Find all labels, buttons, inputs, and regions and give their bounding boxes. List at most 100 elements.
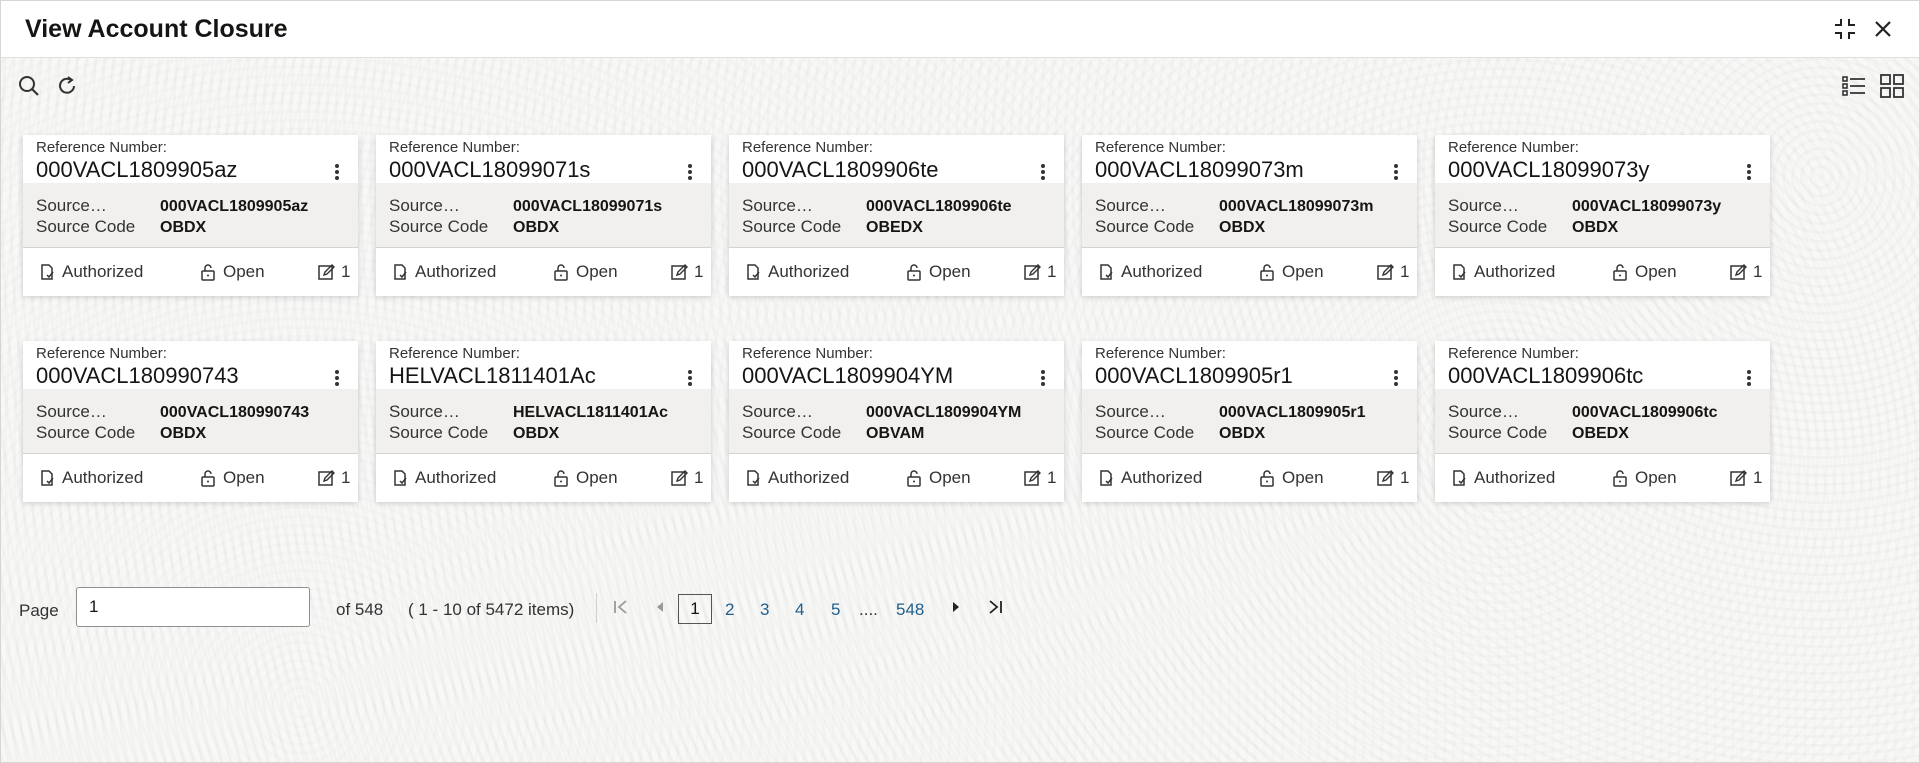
more-options-icon[interactable] — [1040, 369, 1046, 387]
account-card[interactable]: Reference Number: 000VACL1809904YM Source…… — [729, 341, 1064, 502]
more-options-icon[interactable] — [687, 163, 693, 181]
next-page-icon[interactable] — [944, 595, 968, 619]
source-label: Source… — [389, 402, 460, 421]
record-status-text: Open — [576, 262, 618, 281]
card-header: Reference Number: 000VACL1809906tc — [1435, 341, 1770, 389]
more-options-icon[interactable] — [334, 163, 340, 181]
source-code-row: Source Code OBDX — [1095, 423, 1265, 443]
unlock-icon — [201, 264, 215, 281]
source-value: 000VACL180990743 — [160, 404, 310, 421]
modification-count-text: 1 — [1047, 468, 1057, 487]
page-link-3[interactable]: 3 — [760, 600, 769, 620]
source-code-label: Source Code — [389, 423, 489, 442]
reference-number-value: 000VACL18099071s — [389, 157, 591, 182]
record-status-text: Open — [1282, 468, 1324, 487]
more-options-icon[interactable] — [1040, 163, 1046, 181]
authorization-status-text: Authorized — [415, 262, 497, 281]
card-footer: Authorized Open 1 — [729, 247, 1064, 296]
more-options-icon[interactable] — [334, 369, 340, 387]
authorization-status-text: Authorized — [62, 468, 144, 487]
reference-number-value: 000VACL18099073m — [1095, 157, 1304, 182]
source-label: Source… — [1448, 402, 1519, 421]
modification-count-text: 1 — [694, 262, 704, 281]
modification-count: 1 — [670, 262, 703, 282]
card-header: Reference Number: 000VACL18099073m — [1082, 135, 1417, 183]
more-options-icon[interactable] — [1393, 163, 1399, 181]
card-header: Reference Number: 000VACL1809906te — [729, 135, 1064, 183]
record-status: Open — [199, 262, 265, 282]
card-header: Reference Number: 000VACL18099073y — [1435, 135, 1770, 183]
authorization-status-text: Authorized — [768, 468, 850, 487]
first-page-icon[interactable] — [609, 595, 633, 619]
modification-count: 1 — [1729, 262, 1762, 282]
source-label: Source… — [389, 196, 460, 215]
reference-number-value: 000VACL1809905r1 — [1095, 363, 1293, 388]
record-status-text: Open — [929, 262, 971, 281]
grid-view-icon[interactable] — [1879, 73, 1905, 99]
page-current[interactable]: 1 — [678, 594, 712, 624]
reference-number-label: Reference Number: — [1448, 345, 1579, 362]
account-card[interactable]: Reference Number: 000VACL180990743 Source…… — [23, 341, 358, 502]
authorization-status-text: Authorized — [1474, 262, 1556, 281]
modification-count: 1 — [1729, 468, 1762, 488]
source-code-label: Source Code — [1448, 423, 1548, 442]
reference-number-label: Reference Number: — [1448, 139, 1579, 156]
page-link-last[interactable]: 548 — [896, 600, 924, 620]
source-code-label: Source Code — [1095, 423, 1195, 442]
more-options-icon[interactable] — [1746, 163, 1752, 181]
source-code-value: OBDX — [513, 219, 560, 236]
unlock-icon — [554, 264, 568, 281]
authorization-status-text: Authorized — [62, 262, 144, 281]
authorization-status: Authorized — [1097, 468, 1202, 488]
refresh-icon[interactable] — [54, 73, 80, 99]
modification-count-text: 1 — [1047, 262, 1057, 281]
account-card[interactable]: Reference Number: 000VACL18099071s Source…… — [376, 135, 711, 296]
account-card[interactable]: Reference Number: 000VACL1809906tc Source…… — [1435, 341, 1770, 502]
edit-icon — [1024, 470, 1041, 486]
account-card[interactable]: Reference Number: 000VACL1809906te Source…… — [729, 135, 1064, 296]
more-options-icon[interactable] — [687, 369, 693, 387]
close-icon[interactable] — [1869, 15, 1897, 43]
source-row: Source… 000VACL1809905az — [36, 196, 308, 216]
collapse-icon[interactable] — [1831, 15, 1859, 43]
account-card[interactable]: Reference Number: 000VACL18099073m Source…… — [1082, 135, 1417, 296]
reference-number-value: 000VACL1809904YM — [742, 363, 954, 388]
search-icon[interactable] — [16, 73, 42, 99]
source-code-label: Source Code — [1095, 217, 1195, 236]
page-label: Page — [19, 601, 59, 620]
source-row: Source… 000VACL1809906te — [742, 196, 1012, 216]
last-page-icon[interactable] — [983, 595, 1007, 619]
account-card[interactable]: Reference Number: 000VACL18099073y Source…… — [1435, 135, 1770, 296]
source-label: Source… — [742, 196, 813, 215]
previous-page-icon[interactable] — [648, 595, 672, 619]
record-status-text: Open — [1635, 262, 1677, 281]
authorization-status-text: Authorized — [1121, 468, 1203, 487]
source-code-value: OBEDX — [1572, 425, 1629, 442]
document-check-icon — [1453, 264, 1466, 280]
page-link-2[interactable]: 2 — [725, 600, 734, 620]
source-code-row: Source Code OBEDX — [1448, 423, 1629, 443]
authorization-status-text: Authorized — [768, 262, 850, 281]
card-details: Source… 000VACL18099071s Source Code OBDX — [376, 183, 711, 247]
edit-icon — [1730, 470, 1747, 486]
card-details: Source… 000VACL1809905r1 Source Code OBDX — [1082, 389, 1417, 453]
modification-count-text: 1 — [1753, 468, 1763, 487]
reference-number-label: Reference Number: — [389, 345, 520, 362]
account-card[interactable]: Reference Number: HELVACL1811401Ac Source…… — [376, 341, 711, 502]
card-footer: Authorized Open 1 — [376, 453, 711, 502]
unlock-icon — [1260, 470, 1274, 487]
page-link-4[interactable]: 4 — [795, 600, 804, 620]
source-value: 000VACL1809905r1 — [1219, 404, 1366, 421]
card-details: Source… 000VACL1809906te Source Code OBEDX — [729, 183, 1064, 247]
page-number-input[interactable] — [76, 587, 310, 627]
record-status: Open — [1611, 468, 1677, 488]
divider — [596, 593, 597, 623]
account-card[interactable]: Reference Number: 000VACL1809905r1 Source…… — [1082, 341, 1417, 502]
more-options-icon[interactable] — [1746, 369, 1752, 387]
card-details: Source… 000VACL18099073y Source Code OBDX — [1435, 183, 1770, 247]
list-view-icon[interactable] — [1841, 73, 1867, 99]
source-code-label: Source Code — [36, 217, 136, 236]
more-options-icon[interactable] — [1393, 369, 1399, 387]
account-card[interactable]: Reference Number: 000VACL1809905az Source…… — [23, 135, 358, 296]
source-code-row: Source Code OBDX — [1095, 217, 1265, 237]
